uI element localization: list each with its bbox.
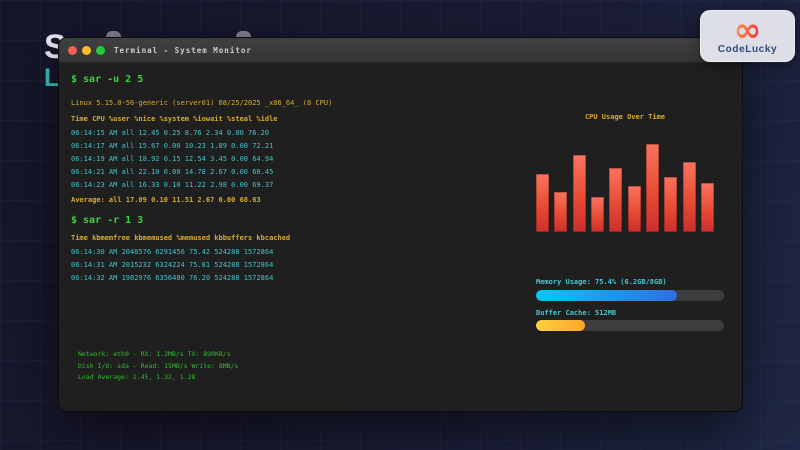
cpu-table-row: 06:14:21 AM all 22.10 0.00 14.78 2.67 0.… (71, 166, 401, 179)
cpu-usage-bar (701, 183, 714, 232)
memory-table-row: 06:14:30 AM 2048576 6291456 75.42 524288… (71, 246, 401, 259)
codelucky-infinity-icon: ∞ (734, 17, 762, 43)
system-info-line: Linux 5.15.0-56-generic (server01) 08/25… (71, 99, 401, 108)
memory-usage-bar (536, 290, 724, 301)
cpu-table-row: 06:14:17 AM all 15.67 0.00 10.23 1.89 0.… (71, 140, 401, 153)
cpu-usage-bar (573, 155, 586, 232)
memory-table-header: Time kbmemfree kbmemused %memused kbbuff… (71, 234, 401, 243)
cpu-usage-bar (683, 162, 696, 232)
buffer-cache-bar (536, 320, 724, 331)
load-average-line: Load Average: 1.45, 1.32, 1.28 (78, 372, 401, 384)
cpu-usage-bar (536, 174, 549, 232)
system-stats-block: Network: eth0 - RX: 1.2MB/s TX: 890KB/s … (71, 349, 401, 384)
cpu-usage-bar (554, 192, 567, 232)
buffer-cache-label: Buffer Cache: 512MB (536, 309, 616, 317)
close-button[interactable] (68, 46, 77, 55)
memory-usage-fill (536, 290, 677, 301)
cpu-table-row: 06:14:23 AM all 16.33 0.10 11.22 2.98 0.… (71, 179, 401, 192)
memory-usage-label: Memory Usage: 75.4% (6.2GB/8GB) (536, 278, 667, 286)
chart-title: CPU Usage Over Time (536, 113, 714, 121)
terminal-titlebar[interactable]: Terminal - System Monitor (59, 38, 742, 63)
cpu-bar-chart (536, 144, 714, 232)
cpu-table-header: Time CPU %user %nice %system %iowait %st… (71, 115, 401, 124)
terminal-output-area: $ sar -u 2 5 Linux 5.15.0-56-generic (se… (71, 73, 401, 384)
minimize-button[interactable] (82, 46, 91, 55)
cpu-usage-bar (664, 177, 677, 232)
background-subheading-fragment: L (44, 64, 59, 93)
window-title: Terminal - System Monitor (114, 46, 252, 55)
command-sar-r: $ sar -r 1 3 (71, 214, 401, 227)
cpu-usage-bar (628, 186, 641, 232)
cpu-usage-bar (609, 168, 622, 232)
command-sar-u: $ sar -u 2 5 (71, 73, 401, 86)
memory-table-row: 06:14:32 AM 1982976 6356480 76.20 524288… (71, 272, 401, 285)
codelucky-brand-text: CodeLucky (718, 44, 777, 55)
memory-table-row: 06:14:31 AM 2015232 6324224 75.81 524288… (71, 259, 401, 272)
buffer-cache-fill (536, 320, 585, 331)
cpu-average-row: Average: all 17.09 0.10 11.51 2.67 0.00 … (71, 196, 401, 205)
cpu-usage-bar (646, 144, 659, 232)
cpu-table-row: 06:14:19 AM all 18.92 0.15 12.54 3.45 0.… (71, 153, 401, 166)
cpu-usage-bar (591, 197, 604, 232)
terminal-window: Terminal - System Monitor $ sar -u 2 5 L… (58, 37, 743, 412)
maximize-button[interactable] (96, 46, 105, 55)
network-stat-line: Network: eth0 - RX: 1.2MB/s TX: 890KB/s (78, 349, 401, 361)
cpu-table-row: 06:14:15 AM all 12.45 0.25 8.76 2.34 0.0… (71, 127, 401, 140)
codelucky-badge: ∞ CodeLucky (700, 10, 795, 62)
disk-stat-line: Disk I/O: sda - Read: 15MB/s Write: 8MB/… (78, 361, 401, 373)
